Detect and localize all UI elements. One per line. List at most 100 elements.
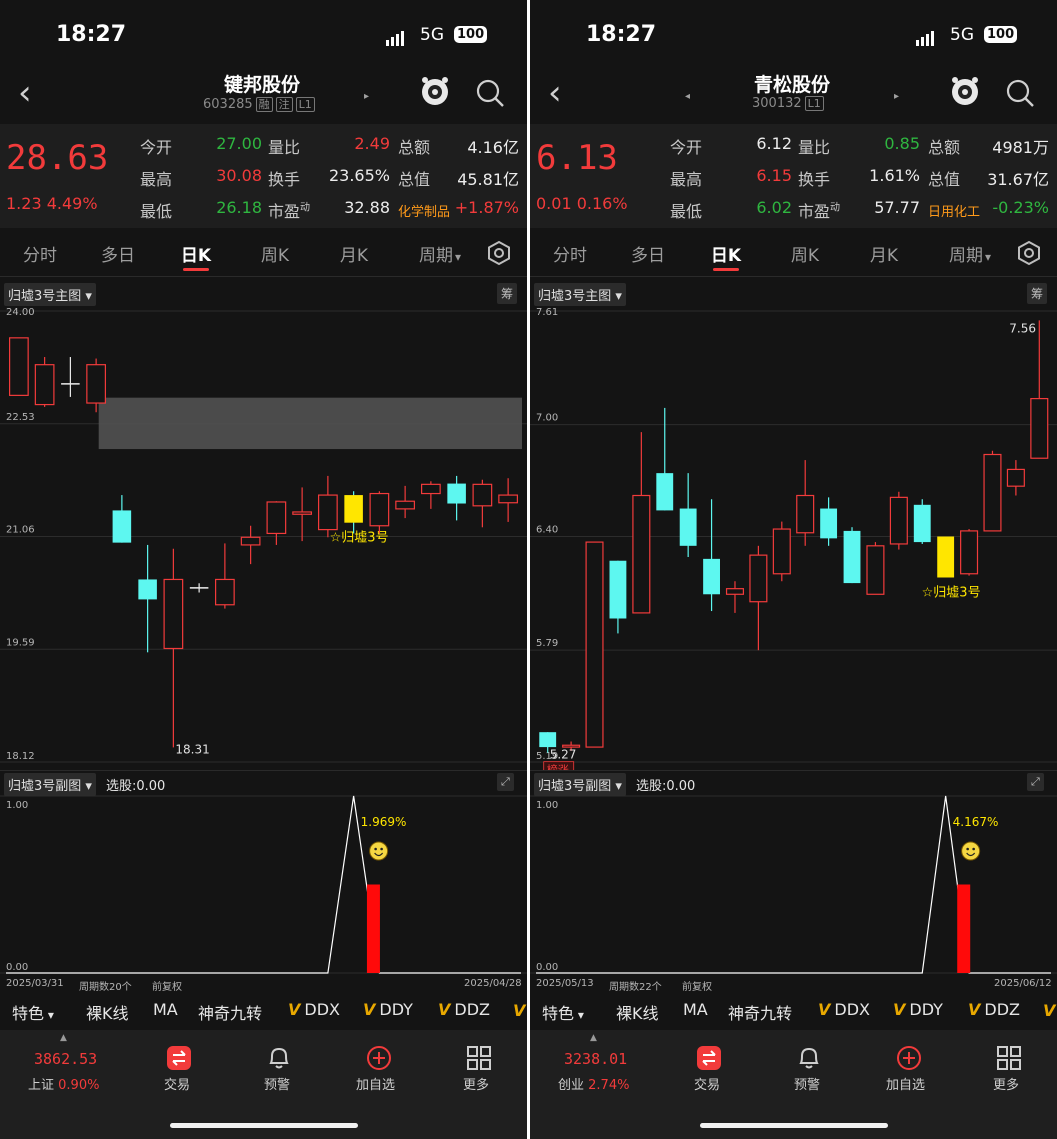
indicator-label: DDY: [379, 1000, 413, 1019]
tab-0[interactable]: 分时: [548, 241, 592, 266]
next-stock-icon[interactable]: ▸: [894, 91, 899, 102]
v-badge-icon: V: [363, 1000, 376, 1019]
tab-5[interactable]: 周期 ▾: [940, 241, 1000, 266]
smiley-face: [961, 841, 981, 861]
home-indicator[interactable]: [170, 1123, 358, 1128]
trade-icon[interactable]: [696, 1045, 722, 1071]
quote-value: 32.88: [344, 198, 390, 217]
candle-body: [86, 364, 106, 404]
stock-code-row: 300132 L1: [752, 96, 824, 111]
search-icon[interactable]: [1005, 78, 1035, 108]
robot-assistant-icon[interactable]: [418, 74, 452, 108]
candle-body: [344, 495, 363, 523]
indicator-1[interactable]: 裸K线: [86, 1000, 129, 1024]
stock-code: 300132: [752, 96, 802, 111]
more-label[interactable]: 更多: [463, 1074, 489, 1093]
index-row[interactable]: 上证 0.90%: [28, 1074, 99, 1093]
home-indicator[interactable]: [700, 1123, 888, 1128]
signal-icon: [916, 27, 936, 46]
indicator-6[interactable]: V DDZ: [968, 1000, 1020, 1019]
add-circle-icon[interactable]: [366, 1045, 392, 1071]
tab-4[interactable]: 月K: [332, 241, 376, 266]
period-count: 周期数20个: [79, 982, 132, 993]
tab-1[interactable]: 多日: [96, 241, 140, 266]
date-end: 2025/06/12: [994, 978, 1052, 989]
settings-hexagon-icon[interactable]: [486, 240, 512, 266]
add-circle-icon[interactable]: [896, 1045, 922, 1071]
tab-2[interactable]: 日K: [174, 241, 218, 266]
indicator-6[interactable]: V DDZ: [438, 1000, 490, 1019]
indicator-0[interactable]: 特色 ▾: [12, 1000, 54, 1024]
candle-body: [539, 732, 557, 748]
more-label[interactable]: 更多: [993, 1074, 1019, 1093]
kline-chart[interactable]: 24.0022.5321.0619.5918.12☆归墟3号18.31: [0, 300, 527, 770]
quote-label-sup: 动: [830, 202, 841, 214]
settings-hexagon-icon[interactable]: [1016, 240, 1042, 266]
indicator-3[interactable]: 神奇九转: [198, 1000, 262, 1024]
smiley-eye: [966, 847, 969, 851]
kline-chart[interactable]: 7.617.006.405.795.19☆归墟3号5.27榜涨7.56: [530, 300, 1057, 770]
tab-4[interactable]: 月K: [862, 241, 906, 266]
index-value[interactable]: 3862.53: [34, 1050, 97, 1068]
tab-1[interactable]: 多日: [626, 241, 670, 266]
alert-label[interactable]: 预警: [264, 1074, 290, 1093]
y-tick-label: 24.00: [6, 307, 35, 318]
tab-0[interactable]: 分时: [18, 241, 62, 266]
price-change: 0.01 0.16%: [536, 194, 628, 213]
trade-label[interactable]: 交易: [164, 1074, 190, 1093]
indicator-3[interactable]: 神奇九转: [728, 1000, 792, 1024]
next-stock-icon[interactable]: ▸: [364, 91, 369, 102]
candle-body: [983, 453, 1002, 532]
tag-label: 榜涨: [547, 763, 569, 770]
indicator-2[interactable]: MA: [683, 1000, 708, 1019]
trade-icon[interactable]: [166, 1045, 192, 1071]
indicator-4[interactable]: V DDX: [818, 1000, 870, 1019]
indicator-label: MA: [683, 1000, 708, 1019]
expand-icon[interactable]: ⤢: [1027, 773, 1044, 791]
bell-icon[interactable]: [266, 1044, 292, 1072]
indicator-4[interactable]: V DDX: [288, 1000, 340, 1019]
add-watch-label[interactable]: 加自选: [886, 1074, 925, 1093]
index-value[interactable]: 3238.01: [564, 1050, 627, 1068]
trade-label[interactable]: 交易: [694, 1074, 720, 1093]
pct-label: 1.969%: [361, 815, 407, 829]
signal-icon: [386, 27, 406, 46]
adjust-mode: 前复权: [152, 982, 182, 993]
add-watch-label[interactable]: 加自选: [356, 1074, 395, 1093]
y-tick-label: 1.00: [536, 800, 558, 811]
quote-label: 换手: [268, 170, 301, 189]
y-tick-label: 7.00: [536, 413, 558, 424]
search-icon[interactable]: [475, 78, 505, 108]
tab-3[interactable]: 周K: [253, 241, 297, 266]
indicator-5[interactable]: V DDY: [363, 1000, 413, 1019]
indicator-1[interactable]: 裸K线: [616, 1000, 659, 1024]
y-tick-label: 22.53: [6, 412, 35, 423]
indicator-0[interactable]: 特色 ▾: [542, 1000, 584, 1024]
candle-body: [585, 541, 604, 748]
y-tick-label: 0.00: [6, 962, 28, 973]
alert-label[interactable]: 预警: [794, 1074, 820, 1093]
index-row[interactable]: 创业 2.74%: [558, 1074, 629, 1093]
min-price-label: 18.31: [175, 742, 209, 756]
robot-assistant-icon[interactable]: [948, 74, 982, 108]
quote-label: 总值: [928, 170, 961, 189]
tab-2[interactable]: 日K: [704, 241, 748, 266]
bottom-navbar: ▲ 3862.53 上证 0.90% 交易 预警 加自选 更多: [0, 1030, 527, 1139]
bottom-navbar: ▲ 3238.01 创业 2.74% 交易 预警 加自选 更多: [530, 1030, 1057, 1139]
quote-value: 6.02: [756, 198, 792, 217]
back-arrow-icon[interactable]: ‹: [18, 76, 32, 110]
indicator-2[interactable]: MA: [153, 1000, 178, 1019]
indicator-5[interactable]: V DDY: [893, 1000, 943, 1019]
grid-more-icon[interactable]: [996, 1045, 1022, 1071]
tab-3[interactable]: 周K: [783, 241, 827, 266]
date-start: 2025/03/31: [6, 978, 64, 989]
candle-body: [498, 494, 518, 504]
expand-icon[interactable]: ⤢: [497, 773, 514, 791]
tab-5[interactable]: 周期 ▾: [410, 241, 470, 266]
bell-icon[interactable]: [796, 1044, 822, 1072]
prev-stock-icon[interactable]: ◂: [685, 91, 690, 102]
v-badge-icon: V: [893, 1000, 906, 1019]
quote-label: 最低: [670, 202, 703, 221]
grid-more-icon[interactable]: [466, 1045, 492, 1071]
back-arrow-icon[interactable]: ‹: [548, 76, 562, 110]
